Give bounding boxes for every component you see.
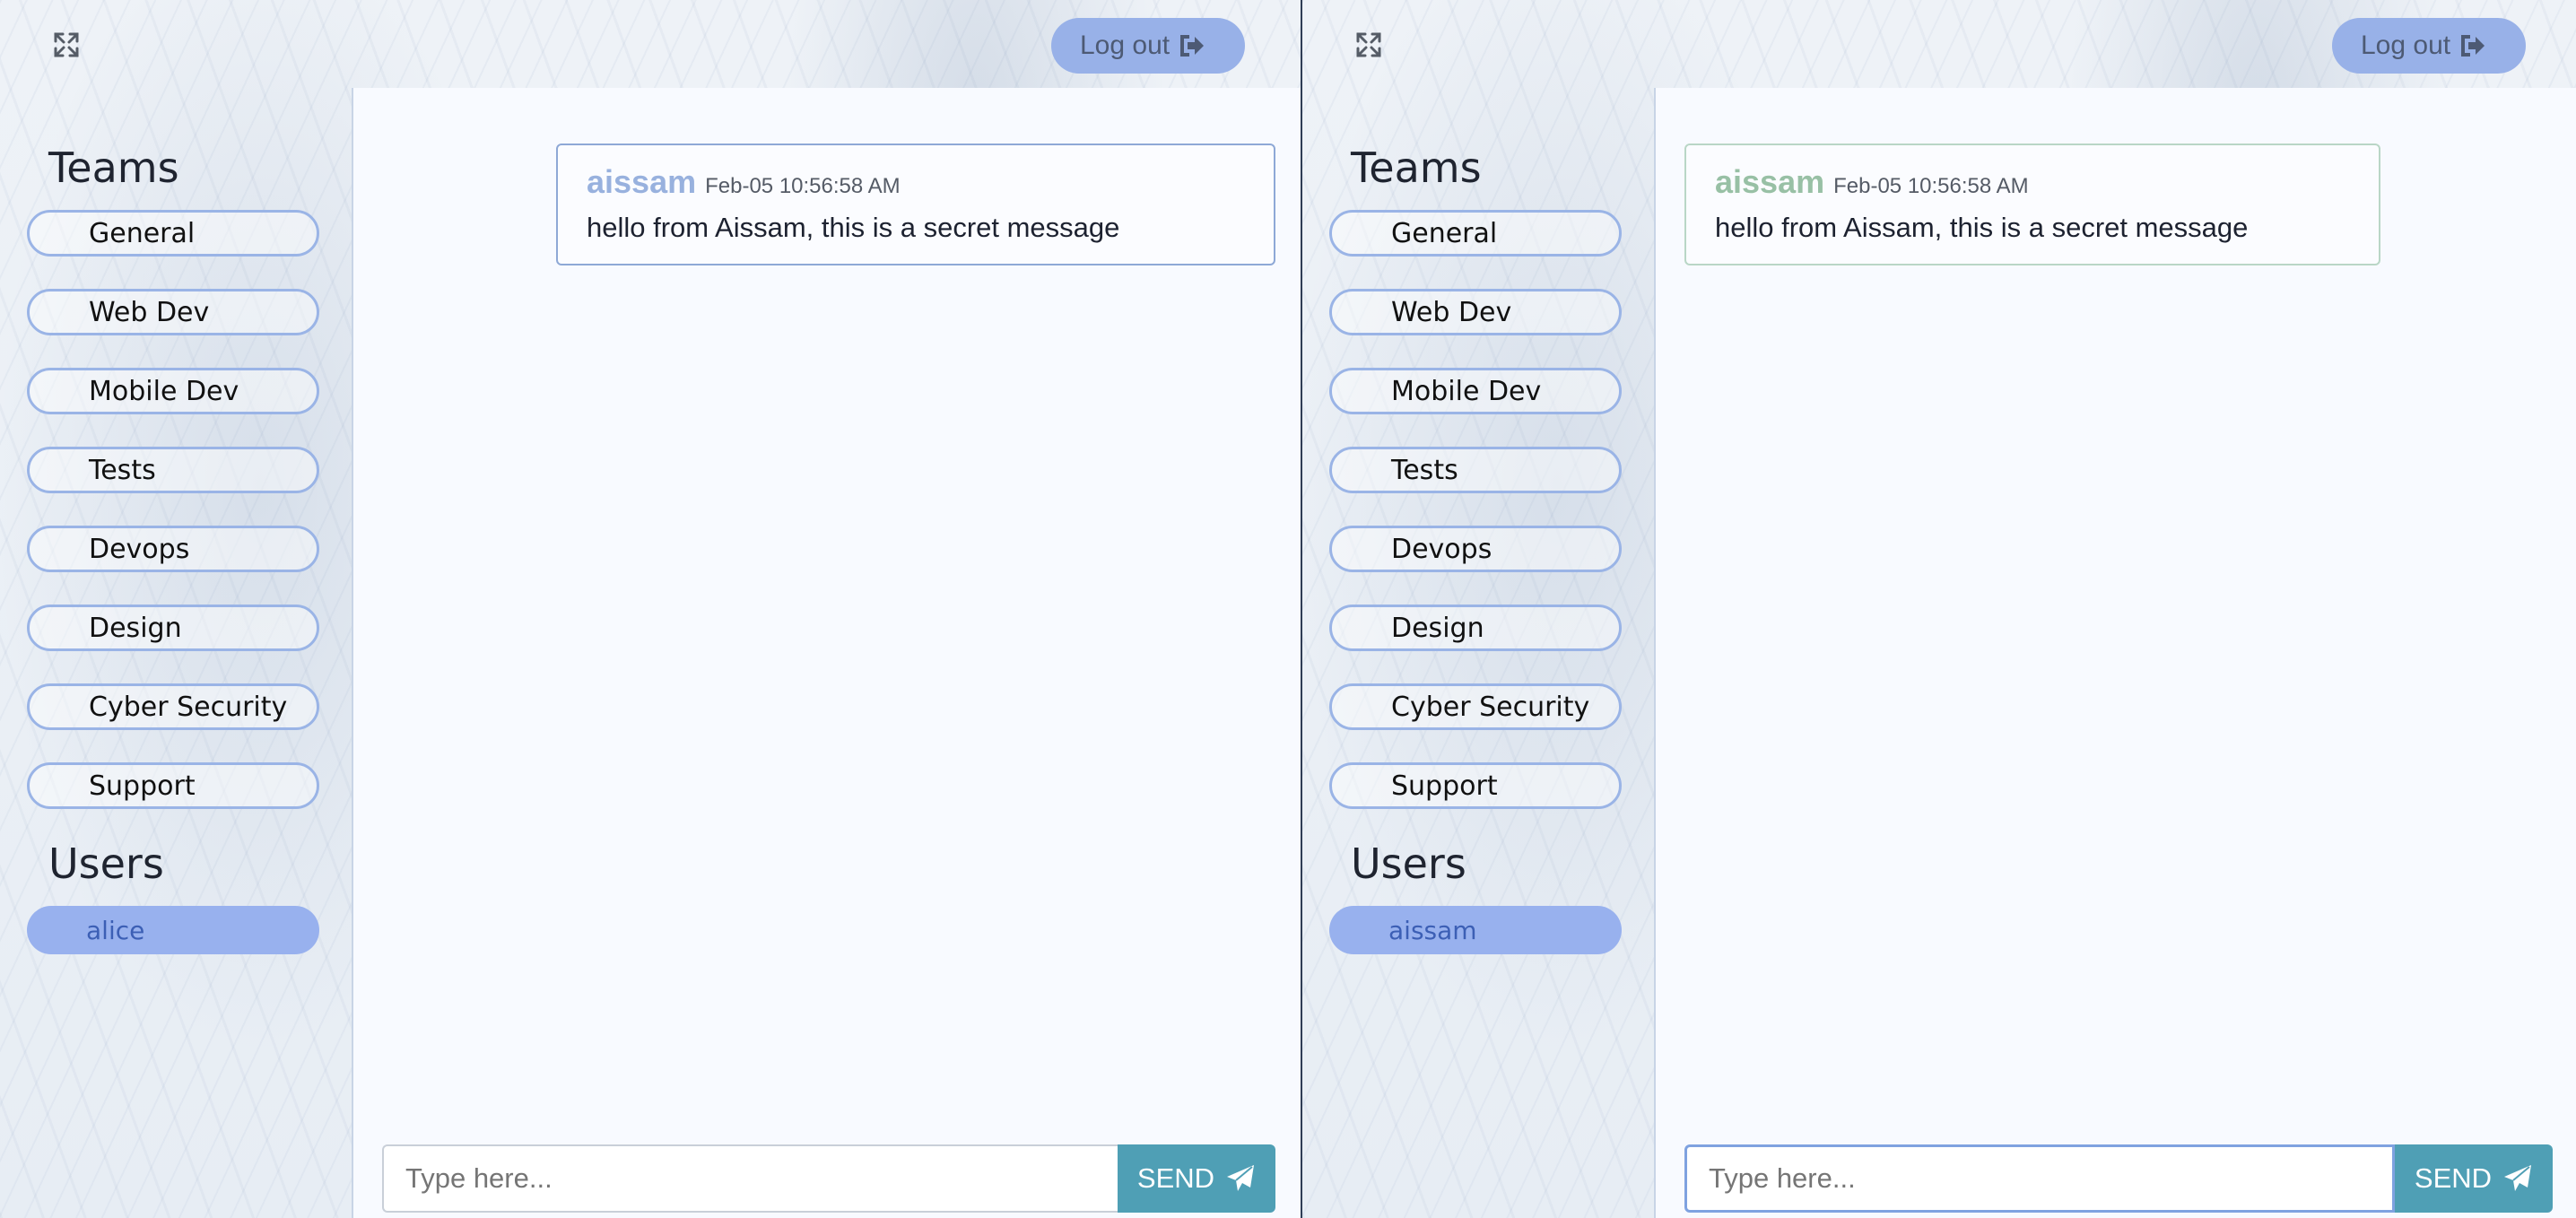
paper-plane-icon xyxy=(2504,1165,2532,1191)
message-timestamp: Feb-05 10:56:58 AM xyxy=(705,174,901,198)
team-cyber-security[interactable]: Cyber Security xyxy=(1329,683,1622,730)
expand-icon[interactable] xyxy=(52,30,81,59)
logout-label: Log out xyxy=(2361,30,2451,60)
top-bar: Log out xyxy=(0,0,1301,88)
send-label: SEND xyxy=(1136,1162,1215,1194)
logout-icon xyxy=(1180,35,1205,57)
message-input[interactable] xyxy=(382,1144,1118,1213)
chat-area: aissam Feb-05 10:56:58 AM hello from Ais… xyxy=(352,88,1301,1218)
top-bar: Log out xyxy=(1302,0,2576,88)
logout-icon xyxy=(2461,35,2485,57)
sidebar: Teams General Web Dev Mobile Dev Tests D… xyxy=(1302,88,1654,1218)
message-username: aissam xyxy=(1715,163,1825,200)
teams-title: Teams xyxy=(1351,144,1482,192)
team-cyber-security[interactable]: Cyber Security xyxy=(27,683,319,730)
team-support[interactable]: Support xyxy=(1329,762,1622,809)
team-design[interactable]: Design xyxy=(1329,605,1622,651)
team-tests[interactable]: Tests xyxy=(1329,447,1622,493)
message-text: hello from Aissam, this is a secret mess… xyxy=(1715,212,2249,243)
team-general[interactable]: General xyxy=(1329,210,1622,257)
right-chat-window: Log out Teams General Web Dev Mobile Dev… xyxy=(1302,0,2576,1218)
message-card: aissam Feb-05 10:56:58 AM hello from Ais… xyxy=(556,144,1275,265)
message-composer: SEND xyxy=(382,1144,1275,1213)
message-composer: SEND xyxy=(1684,1144,2553,1213)
logout-label: Log out xyxy=(1080,30,1171,60)
expand-icon[interactable] xyxy=(1354,30,1383,59)
team-devops[interactable]: Devops xyxy=(1329,526,1622,572)
paper-plane-icon xyxy=(1227,1165,1255,1191)
team-web-dev[interactable]: Web Dev xyxy=(1329,289,1622,335)
users-title: Users xyxy=(1351,840,1466,888)
message-text: hello from Aissam, this is a secret mess… xyxy=(587,212,1120,243)
users-title: Users xyxy=(48,840,164,888)
logout-button[interactable]: Log out xyxy=(1051,18,1245,74)
team-design[interactable]: Design xyxy=(27,605,319,651)
chat-area: aissam Feb-05 10:56:58 AM hello from Ais… xyxy=(1654,88,2576,1218)
team-web-dev[interactable]: Web Dev xyxy=(27,289,319,335)
send-label: SEND xyxy=(2414,1162,2493,1194)
left-chat-window: Log out Teams General Web Dev Mobile Dev… xyxy=(0,0,1301,1218)
teams-title: Teams xyxy=(48,144,179,192)
send-button[interactable]: SEND xyxy=(2395,1144,2553,1213)
team-tests[interactable]: Tests xyxy=(27,447,319,493)
message-username: aissam xyxy=(587,163,697,200)
sidebar: Teams General Web Dev Mobile Dev Tests D… xyxy=(0,88,352,1218)
team-devops[interactable]: Devops xyxy=(27,526,319,572)
message-input[interactable] xyxy=(1684,1144,2395,1213)
send-button[interactable]: SEND xyxy=(1118,1144,1275,1213)
team-support[interactable]: Support xyxy=(27,762,319,809)
team-general[interactable]: General xyxy=(27,210,319,257)
user-alice[interactable]: alice xyxy=(27,906,319,954)
team-mobile-dev[interactable]: Mobile Dev xyxy=(27,368,319,414)
message-timestamp: Feb-05 10:56:58 AM xyxy=(1833,174,2029,198)
logout-button[interactable]: Log out xyxy=(2332,18,2526,74)
message-card: aissam Feb-05 10:56:58 AM hello from Ais… xyxy=(1684,144,2380,265)
user-aissam[interactable]: aissam xyxy=(1329,906,1622,954)
team-mobile-dev[interactable]: Mobile Dev xyxy=(1329,368,1622,414)
